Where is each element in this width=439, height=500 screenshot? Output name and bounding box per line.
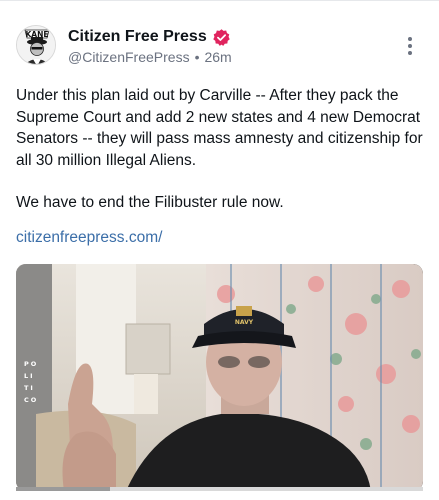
post-paragraph-2: We have to end the Filibuster rule now. (16, 194, 284, 211)
video-progress-bar[interactable] (16, 487, 423, 491)
avatar-image: KANE (17, 26, 55, 64)
watermark-line-2: LI (24, 372, 35, 380)
post-card[interactable]: KANE Citizen Free Press @CitizenFreePres… (0, 0, 439, 500)
video-progress-fill (16, 487, 110, 491)
separator-dot: • (194, 49, 200, 65)
watermark-line-1: PO (24, 360, 38, 368)
author-handle[interactable]: @CitizenFreePress (68, 49, 190, 65)
post-link[interactable]: citizenfreepress.com/ (16, 229, 162, 247)
watermark-line-4: CO (24, 396, 38, 404)
video-player[interactable]: NAVY PO LI TI CO (16, 264, 423, 491)
watermark-line-3: TI (24, 384, 35, 392)
author-display-name[interactable]: Citizen Free Press (68, 28, 207, 46)
post-paragraph-1: Under this plan laid out by Carville -- … (16, 87, 423, 169)
post-timestamp[interactable]: 26m (204, 49, 231, 65)
author-meta-row: @CitizenFreePress • 26m (68, 49, 232, 65)
verified-badge-icon (213, 28, 230, 46)
post-text: Under this plan laid out by Carville -- … (16, 85, 424, 214)
avatar[interactable]: KANE (16, 25, 56, 65)
more-vertical-icon[interactable] (406, 37, 414, 59)
video-frame: NAVY PO LI TI CO (16, 264, 423, 491)
author-name-row: Citizen Free Press (68, 27, 231, 47)
post-header: KANE Citizen Free Press @CitizenFreePres… (16, 25, 424, 69)
cap-text: NAVY (235, 319, 254, 326)
